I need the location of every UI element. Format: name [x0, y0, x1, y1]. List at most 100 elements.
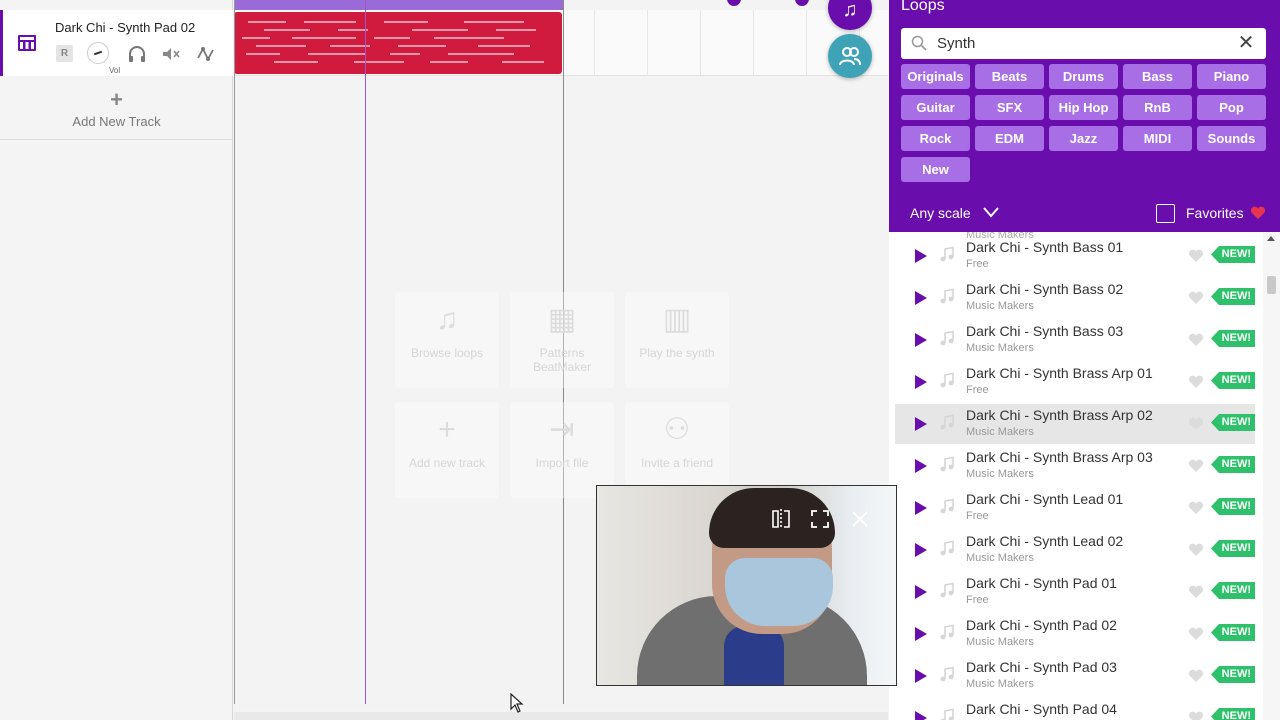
loop-item[interactable]: Dark Chi - Synth Bass 01 Free NEW!	[895, 236, 1255, 276]
new-badge: NEW!	[1211, 330, 1255, 347]
category-originals[interactable]: Originals	[901, 64, 970, 89]
play-synth-tile[interactable]: ▥ Play the synth	[625, 292, 729, 388]
horizontal-scrollbar[interactable]	[234, 712, 888, 720]
loop-title: Dark Chi - Synth Bass 01	[966, 239, 1124, 255]
timeline-start-line	[234, 0, 235, 704]
category-rnb[interactable]: RnB	[1123, 95, 1192, 120]
new-badge: NEW!	[1211, 372, 1255, 389]
plus-icon: +	[438, 413, 456, 446]
heart-icon[interactable]	[1188, 501, 1204, 515]
category-jazz[interactable]: Jazz	[1049, 126, 1118, 151]
loop-subtitle: Music Makers	[966, 426, 1034, 438]
loop-list[interactable]: Music Makers Dark Chi - Synth Bass 01 Fre…	[889, 232, 1280, 720]
invite-friend-tile[interactable]: ⚇ Invite a friend	[625, 402, 729, 498]
category-sounds[interactable]: Sounds	[1197, 126, 1266, 151]
loop-list-scrollbar[interactable]	[1263, 232, 1280, 720]
fullscreen-icon[interactable]	[809, 508, 831, 530]
category-hip-hop[interactable]: Hip Hop	[1049, 95, 1118, 120]
category-piano[interactable]: Piano	[1197, 64, 1266, 89]
category-sfx[interactable]: SFX	[975, 95, 1044, 120]
playhead[interactable]	[365, 0, 366, 704]
heart-icon[interactable]	[1188, 543, 1204, 557]
category-edm[interactable]: EDM	[975, 126, 1044, 151]
play-icon[interactable]	[915, 375, 927, 389]
loop-item[interactable]: Dark Chi - Synth Pad 04 NEW!	[895, 698, 1255, 720]
heart-icon[interactable]	[1188, 627, 1204, 641]
flip-camera-icon[interactable]	[770, 508, 792, 530]
loop-item[interactable]: Dark Chi - Synth Pad 01 Free NEW!	[895, 572, 1255, 612]
category-new[interactable]: New	[901, 157, 970, 182]
new-badge: NEW!	[1211, 666, 1255, 683]
loop-subtitle: Free	[966, 594, 989, 606]
loop-item[interactable]: Dark Chi - Synth Pad 02 Music Makers NEW!	[895, 614, 1255, 654]
add-new-track-label: Add New Track	[72, 114, 161, 129]
heart-icon[interactable]	[1188, 249, 1204, 263]
track-header[interactable]: Dark Chi - Synth Pad 02 R Vol	[0, 10, 233, 76]
volume-knob[interactable]	[87, 42, 109, 64]
search-box[interactable]: ✕	[901, 28, 1266, 59]
audio-clip[interactable]	[234, 12, 562, 74]
play-icon[interactable]	[915, 333, 927, 347]
heart-icon[interactable]	[1188, 291, 1204, 305]
chevron-down-icon[interactable]	[983, 205, 999, 219]
loop-title: Dark Chi - Synth Bass 03	[966, 323, 1124, 339]
loop-subtitle: Free	[966, 510, 989, 522]
loop-item[interactable]: Dark Chi - Synth Lead 01 Free NEW!	[895, 488, 1255, 528]
play-icon[interactable]	[915, 627, 927, 641]
heart-icon[interactable]	[1188, 459, 1204, 473]
collaborate-button[interactable]	[828, 34, 872, 78]
loop-item[interactable]: Dark Chi - Synth Lead 02 Music Makers NEW!	[895, 530, 1255, 570]
track-name[interactable]: Dark Chi - Synth Pad 02	[55, 20, 195, 35]
loop-item[interactable]: Dark Chi - Synth Pad 03 Music Makers NEW!	[895, 656, 1255, 696]
category-midi[interactable]: MIDI	[1123, 126, 1192, 151]
play-icon[interactable]	[915, 543, 927, 557]
category-guitar[interactable]: Guitar	[901, 95, 970, 120]
add-new-track-button[interactable]: + Add New Track	[0, 88, 233, 140]
loop-region-bar[interactable]	[234, 0, 563, 10]
loop-item[interactable]: Dark Chi - Synth Bass 03 Music Makers NEW!	[895, 320, 1255, 360]
favorites-checkbox[interactable]	[1156, 204, 1175, 223]
play-icon[interactable]	[915, 711, 927, 720]
automation-icon[interactable]	[195, 43, 217, 65]
category-pop[interactable]: Pop	[1197, 95, 1266, 120]
scrollbar-thumb[interactable]	[1267, 276, 1276, 294]
record-arm-button[interactable]: R	[56, 45, 73, 62]
webcam-overlay[interactable]	[596, 485, 897, 686]
heart-icon[interactable]	[1188, 375, 1204, 389]
search-input[interactable]	[937, 32, 1227, 55]
close-icon[interactable]	[849, 508, 871, 530]
play-icon[interactable]	[915, 249, 927, 263]
play-icon[interactable]	[915, 459, 927, 473]
category-bass[interactable]: Bass	[1123, 64, 1192, 89]
import-file-tile[interactable]: ⇥ Import file	[510, 402, 614, 498]
scale-dropdown[interactable]: Any scale	[910, 205, 971, 221]
close-icon[interactable]: ✕	[1237, 33, 1255, 53]
browse-loops-tile[interactable]: ♫ Browse loops	[395, 292, 499, 388]
loop-item[interactable]: Dark Chi - Synth Brass Arp 03 Music Maker…	[895, 446, 1255, 486]
scroll-up-icon[interactable]	[1267, 236, 1275, 241]
heart-icon[interactable]	[1188, 711, 1204, 720]
heart-icon[interactable]	[1188, 417, 1204, 431]
loop-item[interactable]: Dark Chi - Synth Bass 02 Music Makers NEW!	[895, 278, 1255, 318]
heart-icon[interactable]	[1188, 585, 1204, 599]
play-icon[interactable]	[915, 291, 927, 305]
loop-item[interactable]: Dark Chi - Synth Brass Arp 02 Music Maker…	[895, 404, 1255, 444]
loop-subtitle: Music Makers	[966, 636, 1034, 648]
category-drums[interactable]: Drums	[1049, 64, 1118, 89]
category-rock[interactable]: Rock	[901, 126, 970, 151]
play-icon[interactable]	[915, 417, 927, 431]
category-beats[interactable]: Beats	[975, 64, 1044, 89]
play-icon[interactable]	[915, 501, 927, 515]
heart-icon[interactable]	[1188, 669, 1204, 683]
play-icon[interactable]	[915, 585, 927, 599]
headphones-icon[interactable]	[126, 43, 148, 65]
new-badge: NEW!	[1211, 540, 1255, 557]
heart-icon[interactable]	[1188, 333, 1204, 347]
beatmaker-tile[interactable]: ▦ Patterns BeatMaker	[510, 292, 614, 388]
mute-icon[interactable]	[160, 43, 182, 65]
add-new-track-tile[interactable]: + Add new track	[395, 402, 499, 498]
loop-item[interactable]: Dark Chi - Synth Brass Arp 01 Free NEW!	[895, 362, 1255, 402]
play-icon[interactable]	[915, 669, 927, 683]
loop-title: Dark Chi - Synth Lead 01	[966, 491, 1124, 507]
plus-icon: +	[110, 87, 123, 112]
